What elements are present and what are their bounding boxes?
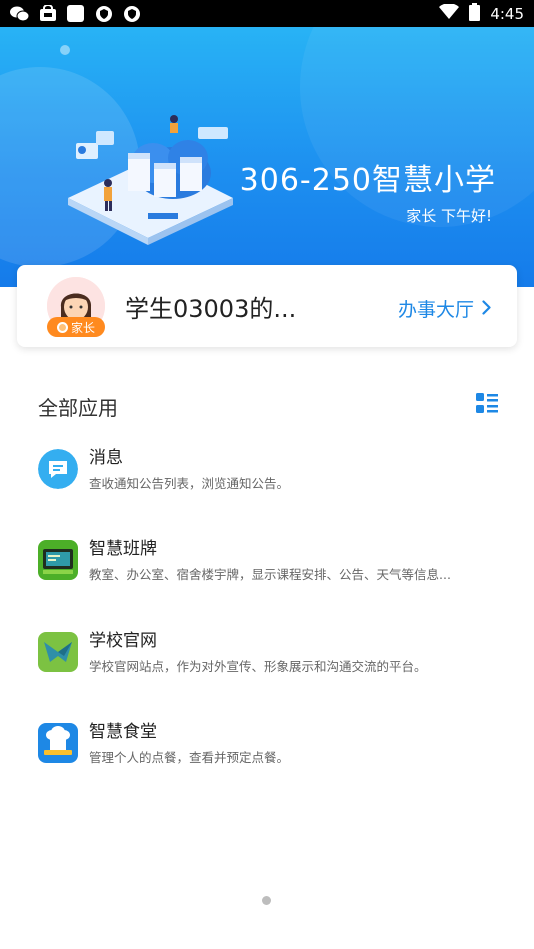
app-item-canteen[interactable]: 智慧食堂 管理个人的点餐，查看并预定点餐。 [0, 722, 534, 793]
app-desc: 管理个人的点餐，查看并预定点餐。 [89, 750, 290, 765]
page-indicator-dot [262, 896, 271, 905]
chevron-right-icon [482, 298, 491, 320]
user-name: 学生03003的... [125, 295, 297, 323]
status-bar-notifications [10, 5, 141, 22]
role-badge: 家长 [47, 317, 105, 337]
status-bar-system: 4:45 [439, 2, 524, 25]
app-title: 智慧食堂 [89, 722, 157, 742]
app-title: 消息 [89, 448, 123, 468]
canteen-icon [38, 723, 78, 763]
list-view-icon[interactable] [476, 393, 498, 415]
hero-decoration [60, 45, 70, 55]
service-hall-link[interactable]: 办事大厅 [398, 295, 491, 322]
campus-illustration [68, 115, 233, 245]
app-title: 智慧班牌 [89, 539, 157, 559]
app-item-message[interactable]: 消息 查收通知公告列表，浏览通知公告。 [0, 448, 534, 519]
clock: 4:45 [490, 4, 524, 23]
shield-icon [122, 5, 141, 22]
user-card[interactable]: 家长 学生03003的... 办事大厅 [17, 265, 517, 347]
website-icon [38, 632, 78, 672]
app-desc: 查收通知公告列表，浏览通知公告。 [89, 476, 290, 491]
app-item-class-board[interactable]: 智慧班牌 教室、办公室、宿舍楼宇牌，显示课程安排、公告、天气等信息... [0, 539, 534, 610]
service-hall-label: 办事大厅 [397, 299, 474, 321]
class-board-icon [38, 540, 78, 580]
status-bar: 4:45 [0, 0, 534, 27]
greeting-text: 家长 下午好! [406, 207, 492, 225]
app-title: 学校官网 [89, 631, 157, 651]
hero-banner: 306-250智慧小学 家长 下午好! [0, 27, 534, 287]
badge-dot-icon [56, 321, 68, 333]
app-desc: 学校官网站点，作为对外宣传、形象展示和沟通交流的平台。 [89, 659, 427, 674]
section-title: 全部应用 [38, 396, 118, 420]
school-name: 306-250智慧小学 [239, 163, 496, 198]
role-label: 家长 [70, 320, 95, 335]
battery-icon [469, 2, 481, 25]
wifi-icon [439, 2, 460, 24]
wechat-icon [10, 5, 29, 22]
bag-icon [38, 5, 57, 22]
shield-icon [94, 5, 113, 22]
app-item-website[interactable]: 学校官网 学校官网站点，作为对外宣传、形象展示和沟通交流的平台。 [0, 631, 534, 702]
message-icon [38, 449, 78, 489]
app-desc: 教室、办公室、宿舍楼宇牌，显示课程安排、公告、天气等信息... [89, 567, 451, 582]
square-icon [66, 5, 85, 22]
